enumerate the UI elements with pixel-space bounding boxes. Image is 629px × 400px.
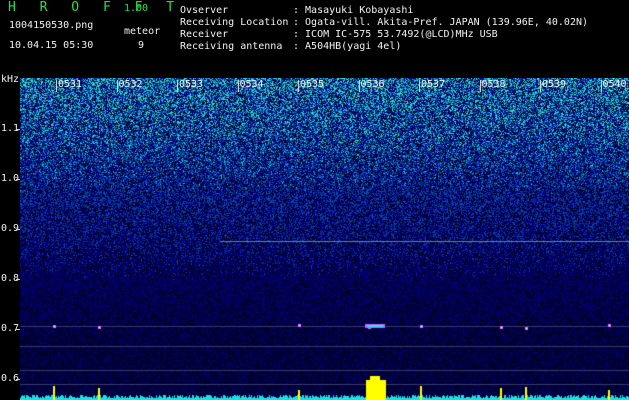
time-tick-label: 0539 <box>542 79 567 90</box>
location-value: : Ogata-vill. Akita-Pref. JAPAN (139.96E… <box>293 17 589 28</box>
time-tick-mark <box>479 80 481 92</box>
y-tick-mark <box>16 329 20 330</box>
unit-label: kHz <box>1 74 20 85</box>
time-tick-mark <box>540 80 541 92</box>
observer-value: : Masayuki Kobayashi <box>293 5 414 16</box>
file-timestamp: 10.04.15 05:30 <box>9 40 94 51</box>
meteor-label: meteor <box>124 26 161 37</box>
time-tick-label: 0535 <box>300 79 325 90</box>
observer-label: Ovserver <box>180 5 229 16</box>
time-tick-mark <box>56 80 57 92</box>
time-tick-label: 0532 <box>118 79 143 90</box>
time-tick-label: 0536 <box>360 79 385 90</box>
location-label: Receiving Location <box>180 17 289 28</box>
time-tick-mark <box>600 80 602 92</box>
y-tick-mark <box>16 279 20 280</box>
antenna-value: : A504HB(yagi 4el) <box>293 41 402 52</box>
y-tick-mark <box>16 179 20 180</box>
time-tick-mark <box>358 80 360 92</box>
time-tick-mark <box>298 80 299 92</box>
meteor-count: 9 <box>138 40 145 51</box>
y-tick-mark <box>16 229 20 230</box>
receiver-value: : ICOM IC-575 53.7492(@LCD)MHz USB <box>293 29 498 40</box>
time-tick-label: 0531 <box>58 79 83 90</box>
file-name: 1004150530.png <box>9 20 94 31</box>
receiver-label: Receiver <box>180 29 229 40</box>
app-brand: H R O F F T <box>8 0 183 15</box>
time-tick-label: 0534 <box>239 79 264 90</box>
hroft-window: { "app": { "brand": "H R O F F T", "vers… <box>0 0 629 400</box>
time-tick-label: 0537 <box>421 79 446 90</box>
time-tick-mark <box>237 80 239 92</box>
time-tick-label: 0533 <box>179 79 204 90</box>
y-tick-mark <box>16 379 20 380</box>
time-tick-label: 0540 <box>602 79 627 90</box>
time-tick-label: 0538 <box>481 79 506 90</box>
time-tick-mark <box>177 80 178 92</box>
app-version: 1.00 <box>124 3 149 14</box>
time-tick-mark <box>419 80 420 92</box>
time-tick-mark <box>116 80 118 92</box>
spectrogram <box>20 78 629 400</box>
antenna-label: Receiving antenna <box>180 41 283 52</box>
y-tick-mark <box>16 129 20 130</box>
